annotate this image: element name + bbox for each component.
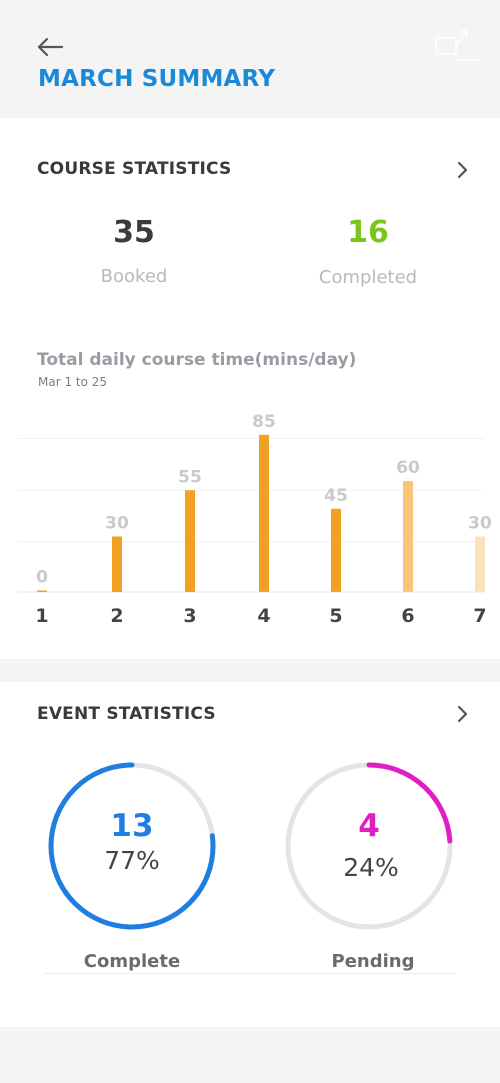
chart-title: Total daily course time(mins/day) xyxy=(37,350,357,370)
chart-tick-label: 3 xyxy=(183,605,196,627)
daily-course-time-chart: 0 1 30 2 55 3 85 4 45 5 60 6 30 7 xyxy=(18,412,492,627)
chart-bar xyxy=(403,481,413,592)
chart-bar xyxy=(475,536,485,592)
chart-bar xyxy=(112,536,122,592)
chart-tick-label: 1 xyxy=(35,605,48,627)
chart-bar xyxy=(259,434,269,592)
pending-label: Pending xyxy=(331,951,415,972)
chart-data-label: 55 xyxy=(178,467,202,487)
completed-label: Completed xyxy=(318,267,418,288)
divider xyxy=(44,973,456,974)
chart-tick-label: 7 xyxy=(473,605,486,627)
event-statistics-title: EVENT STATISTICS xyxy=(37,704,216,724)
event-statistics-card: EVENT STATISTICS 13 77% Complete 4 24% P… xyxy=(0,682,500,1027)
complete-label: Complete xyxy=(83,951,181,972)
chevron-right-icon xyxy=(457,161,468,179)
chart-tick-label: 5 xyxy=(329,605,342,627)
chart-tick-label: 6 xyxy=(401,605,414,627)
chart-subtitle: Mar 1 to 25 xyxy=(38,375,108,389)
chart-data-label: 60 xyxy=(396,458,420,478)
chart-data-label: 45 xyxy=(324,486,348,506)
pending-count: 4 xyxy=(358,808,380,844)
share-icon xyxy=(435,30,480,61)
booked-count: 35 xyxy=(113,215,155,250)
back-button[interactable] xyxy=(36,34,66,62)
booked-label: Booked xyxy=(100,266,168,287)
app-header: MARCH SUMMARY xyxy=(0,0,500,118)
chart-tick-label: 4 xyxy=(257,605,270,627)
chart-bar xyxy=(331,508,341,592)
chevron-right-icon xyxy=(457,705,468,723)
chart-data-label: 30 xyxy=(468,514,492,534)
complete-percent: 77% xyxy=(104,846,160,875)
pending-progress-ring xyxy=(285,762,453,930)
completed-count: 16 xyxy=(347,215,389,250)
chart-bar xyxy=(185,490,195,592)
course-statistics-more-button[interactable] xyxy=(452,159,474,181)
chart-tick-label: 2 xyxy=(110,605,123,627)
page-title: MARCH SUMMARY xyxy=(38,66,276,92)
chart-data-label: 0 xyxy=(36,568,48,588)
course-statistics-title: COURSE STATISTICS xyxy=(37,159,232,179)
share-button[interactable] xyxy=(430,26,482,66)
course-statistics-card: COURSE STATISTICS 35 Booked 16 Completed… xyxy=(0,118,500,659)
chart-data-label: 85 xyxy=(252,412,276,432)
arrow-left-icon xyxy=(37,37,64,57)
chart-bar xyxy=(37,590,47,592)
complete-count: 13 xyxy=(110,808,154,844)
chart-data-label: 30 xyxy=(105,514,129,534)
pending-percent: 24% xyxy=(343,853,399,882)
event-statistics-more-button[interactable] xyxy=(452,703,474,725)
